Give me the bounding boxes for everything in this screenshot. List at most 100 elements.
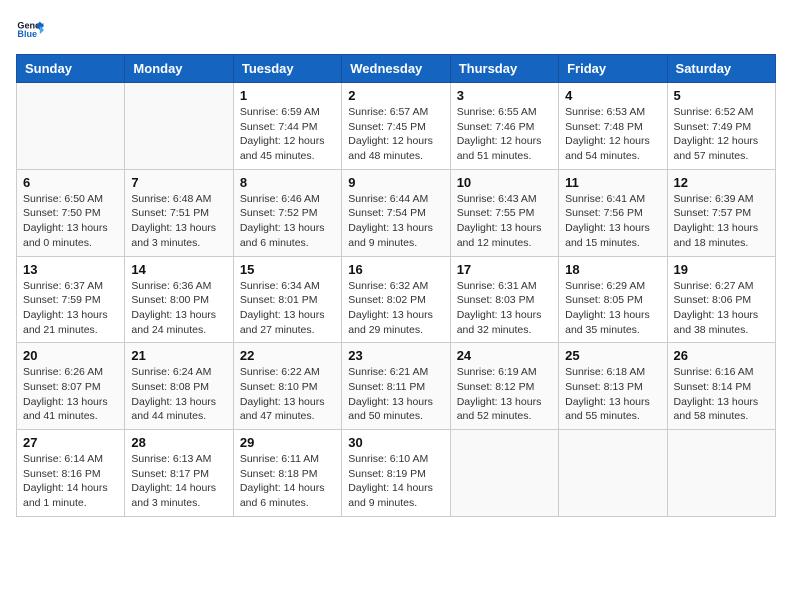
day-info: Sunrise: 6:11 AMSunset: 8:18 PMDaylight:… [240, 452, 335, 511]
day-info: Sunrise: 6:10 AMSunset: 8:19 PMDaylight:… [348, 452, 443, 511]
day-info: Sunrise: 6:16 AMSunset: 8:14 PMDaylight:… [674, 365, 769, 424]
calendar-cell: 21 Sunrise: 6:24 AMSunset: 8:08 PMDayligh… [125, 343, 233, 430]
weekday-header-friday: Friday [559, 55, 667, 83]
day-number: 14 [131, 262, 226, 277]
day-info: Sunrise: 6:37 AMSunset: 7:59 PMDaylight:… [23, 279, 118, 338]
svg-text:Blue: Blue [17, 29, 37, 39]
day-info: Sunrise: 6:57 AMSunset: 7:45 PMDaylight:… [348, 105, 443, 164]
weekday-header-wednesday: Wednesday [342, 55, 450, 83]
calendar-week-1: 1Sunrise: 6:59 AMSunset: 7:44 PMDaylight… [17, 83, 776, 170]
day-number: 11 [565, 175, 660, 190]
day-number: 26 [674, 348, 769, 363]
day-number: 8 [240, 175, 335, 190]
day-number: 19 [674, 262, 769, 277]
day-info: Sunrise: 6:21 AMSunset: 8:11 PMDaylight:… [348, 365, 443, 424]
calendar-cell: 28 Sunrise: 6:13 AMSunset: 8:17 PMDayligh… [125, 430, 233, 517]
calendar-cell: 26 Sunrise: 6:16 AMSunset: 8:14 PMDayligh… [667, 343, 775, 430]
day-number: 5 [674, 88, 769, 103]
day-info: Sunrise: 6:39 AMSunset: 7:57 PMDaylight:… [674, 192, 769, 251]
day-info: Sunrise: 6:59 AMSunset: 7:44 PMDaylight:… [240, 105, 335, 164]
calendar-week-3: 13 Sunrise: 6:37 AMSunset: 7:59 PMDayligh… [17, 256, 776, 343]
day-info: Sunrise: 6:18 AMSunset: 8:13 PMDaylight:… [565, 365, 660, 424]
calendar-week-5: 27 Sunrise: 6:14 AMSunset: 8:16 PMDayligh… [17, 430, 776, 517]
day-info: Sunrise: 6:14 AMSunset: 8:16 PMDaylight:… [23, 452, 118, 511]
day-info: Sunrise: 6:32 AMSunset: 8:02 PMDaylight:… [348, 279, 443, 338]
day-number: 16 [348, 262, 443, 277]
weekday-header-row: SundayMondayTuesdayWednesdayThursdayFrid… [17, 55, 776, 83]
page-header: General Blue [16, 16, 776, 44]
calendar-cell: 3Sunrise: 6:55 AMSunset: 7:46 PMDaylight… [450, 83, 558, 170]
day-info: Sunrise: 6:13 AMSunset: 8:17 PMDaylight:… [131, 452, 226, 511]
day-number: 27 [23, 435, 118, 450]
day-number: 23 [348, 348, 443, 363]
day-info: Sunrise: 6:27 AMSunset: 8:06 PMDaylight:… [674, 279, 769, 338]
calendar-cell: 5 Sunrise: 6:52 AMSunset: 7:49 PMDaylight… [667, 83, 775, 170]
calendar-cell: 4 Sunrise: 6:53 AMSunset: 7:48 PMDaylight… [559, 83, 667, 170]
calendar-cell [667, 430, 775, 517]
calendar-cell: 7 Sunrise: 6:48 AMSunset: 7:51 PMDaylight… [125, 169, 233, 256]
day-number: 29 [240, 435, 335, 450]
calendar-cell: 30Sunrise: 6:10 AMSunset: 8:19 PMDayligh… [342, 430, 450, 517]
logo: General Blue [16, 16, 48, 44]
calendar-cell: 9 Sunrise: 6:44 AMSunset: 7:54 PMDaylight… [342, 169, 450, 256]
calendar-cell: 12 Sunrise: 6:39 AMSunset: 7:57 PMDayligh… [667, 169, 775, 256]
calendar-cell [17, 83, 125, 170]
weekday-header-sunday: Sunday [17, 55, 125, 83]
day-number: 7 [131, 175, 226, 190]
calendar-cell [125, 83, 233, 170]
weekday-header-tuesday: Tuesday [233, 55, 341, 83]
calendar-cell: 1Sunrise: 6:59 AMSunset: 7:44 PMDaylight… [233, 83, 341, 170]
day-info: Sunrise: 6:48 AMSunset: 7:51 PMDaylight:… [131, 192, 226, 251]
day-number: 22 [240, 348, 335, 363]
day-number: 18 [565, 262, 660, 277]
day-number: 13 [23, 262, 118, 277]
day-info: Sunrise: 6:41 AMSunset: 7:56 PMDaylight:… [565, 192, 660, 251]
day-info: Sunrise: 6:24 AMSunset: 8:08 PMDaylight:… [131, 365, 226, 424]
day-number: 17 [457, 262, 552, 277]
day-number: 10 [457, 175, 552, 190]
day-info: Sunrise: 6:34 AMSunset: 8:01 PMDaylight:… [240, 279, 335, 338]
day-number: 25 [565, 348, 660, 363]
calendar-cell: 6Sunrise: 6:50 AMSunset: 7:50 PMDaylight… [17, 169, 125, 256]
calendar-cell: 18Sunrise: 6:29 AMSunset: 8:05 PMDayligh… [559, 256, 667, 343]
day-info: Sunrise: 6:31 AMSunset: 8:03 PMDaylight:… [457, 279, 552, 338]
day-number: 28 [131, 435, 226, 450]
calendar-cell: 25 Sunrise: 6:18 AMSunset: 8:13 PMDayligh… [559, 343, 667, 430]
calendar-cell: 16 Sunrise: 6:32 AMSunset: 8:02 PMDayligh… [342, 256, 450, 343]
calendar-cell: 22Sunrise: 6:22 AMSunset: 8:10 PMDayligh… [233, 343, 341, 430]
calendar-header: SundayMondayTuesdayWednesdayThursdayFrid… [17, 55, 776, 83]
day-number: 24 [457, 348, 552, 363]
day-info: Sunrise: 6:19 AMSunset: 8:12 PMDaylight:… [457, 365, 552, 424]
calendar-cell: 27 Sunrise: 6:14 AMSunset: 8:16 PMDayligh… [17, 430, 125, 517]
day-info: Sunrise: 6:44 AMSunset: 7:54 PMDaylight:… [348, 192, 443, 251]
day-number: 15 [240, 262, 335, 277]
calendar-cell: 13 Sunrise: 6:37 AMSunset: 7:59 PMDayligh… [17, 256, 125, 343]
logo-icon: General Blue [16, 16, 44, 44]
calendar-cell: 10 Sunrise: 6:43 AMSunset: 7:55 PMDayligh… [450, 169, 558, 256]
calendar-cell: 23 Sunrise: 6:21 AMSunset: 8:11 PMDayligh… [342, 343, 450, 430]
calendar-cell: 17 Sunrise: 6:31 AMSunset: 8:03 PMDayligh… [450, 256, 558, 343]
day-info: Sunrise: 6:46 AMSunset: 7:52 PMDaylight:… [240, 192, 335, 251]
weekday-header-thursday: Thursday [450, 55, 558, 83]
day-info: Sunrise: 6:55 AMSunset: 7:46 PMDaylight:… [457, 105, 552, 164]
calendar-cell: 20Sunrise: 6:26 AMSunset: 8:07 PMDayligh… [17, 343, 125, 430]
day-number: 21 [131, 348, 226, 363]
day-info: Sunrise: 6:36 AMSunset: 8:00 PMDaylight:… [131, 279, 226, 338]
day-number: 9 [348, 175, 443, 190]
calendar-body: 1Sunrise: 6:59 AMSunset: 7:44 PMDaylight… [17, 83, 776, 517]
day-number: 20 [23, 348, 118, 363]
day-number: 12 [674, 175, 769, 190]
calendar-cell: 2 Sunrise: 6:57 AMSunset: 7:45 PMDaylight… [342, 83, 450, 170]
day-info: Sunrise: 6:53 AMSunset: 7:48 PMDaylight:… [565, 105, 660, 164]
calendar-cell: 8 Sunrise: 6:46 AMSunset: 7:52 PMDaylight… [233, 169, 341, 256]
calendar-cell: 24 Sunrise: 6:19 AMSunset: 8:12 PMDayligh… [450, 343, 558, 430]
calendar-cell: 29 Sunrise: 6:11 AMSunset: 8:18 PMDayligh… [233, 430, 341, 517]
day-info: Sunrise: 6:43 AMSunset: 7:55 PMDaylight:… [457, 192, 552, 251]
day-number: 4 [565, 88, 660, 103]
calendar-cell: 15 Sunrise: 6:34 AMSunset: 8:01 PMDayligh… [233, 256, 341, 343]
day-number: 2 [348, 88, 443, 103]
day-info: Sunrise: 6:52 AMSunset: 7:49 PMDaylight:… [674, 105, 769, 164]
calendar-cell [559, 430, 667, 517]
calendar-week-4: 20Sunrise: 6:26 AMSunset: 8:07 PMDayligh… [17, 343, 776, 430]
calendar-cell: 19 Sunrise: 6:27 AMSunset: 8:06 PMDayligh… [667, 256, 775, 343]
